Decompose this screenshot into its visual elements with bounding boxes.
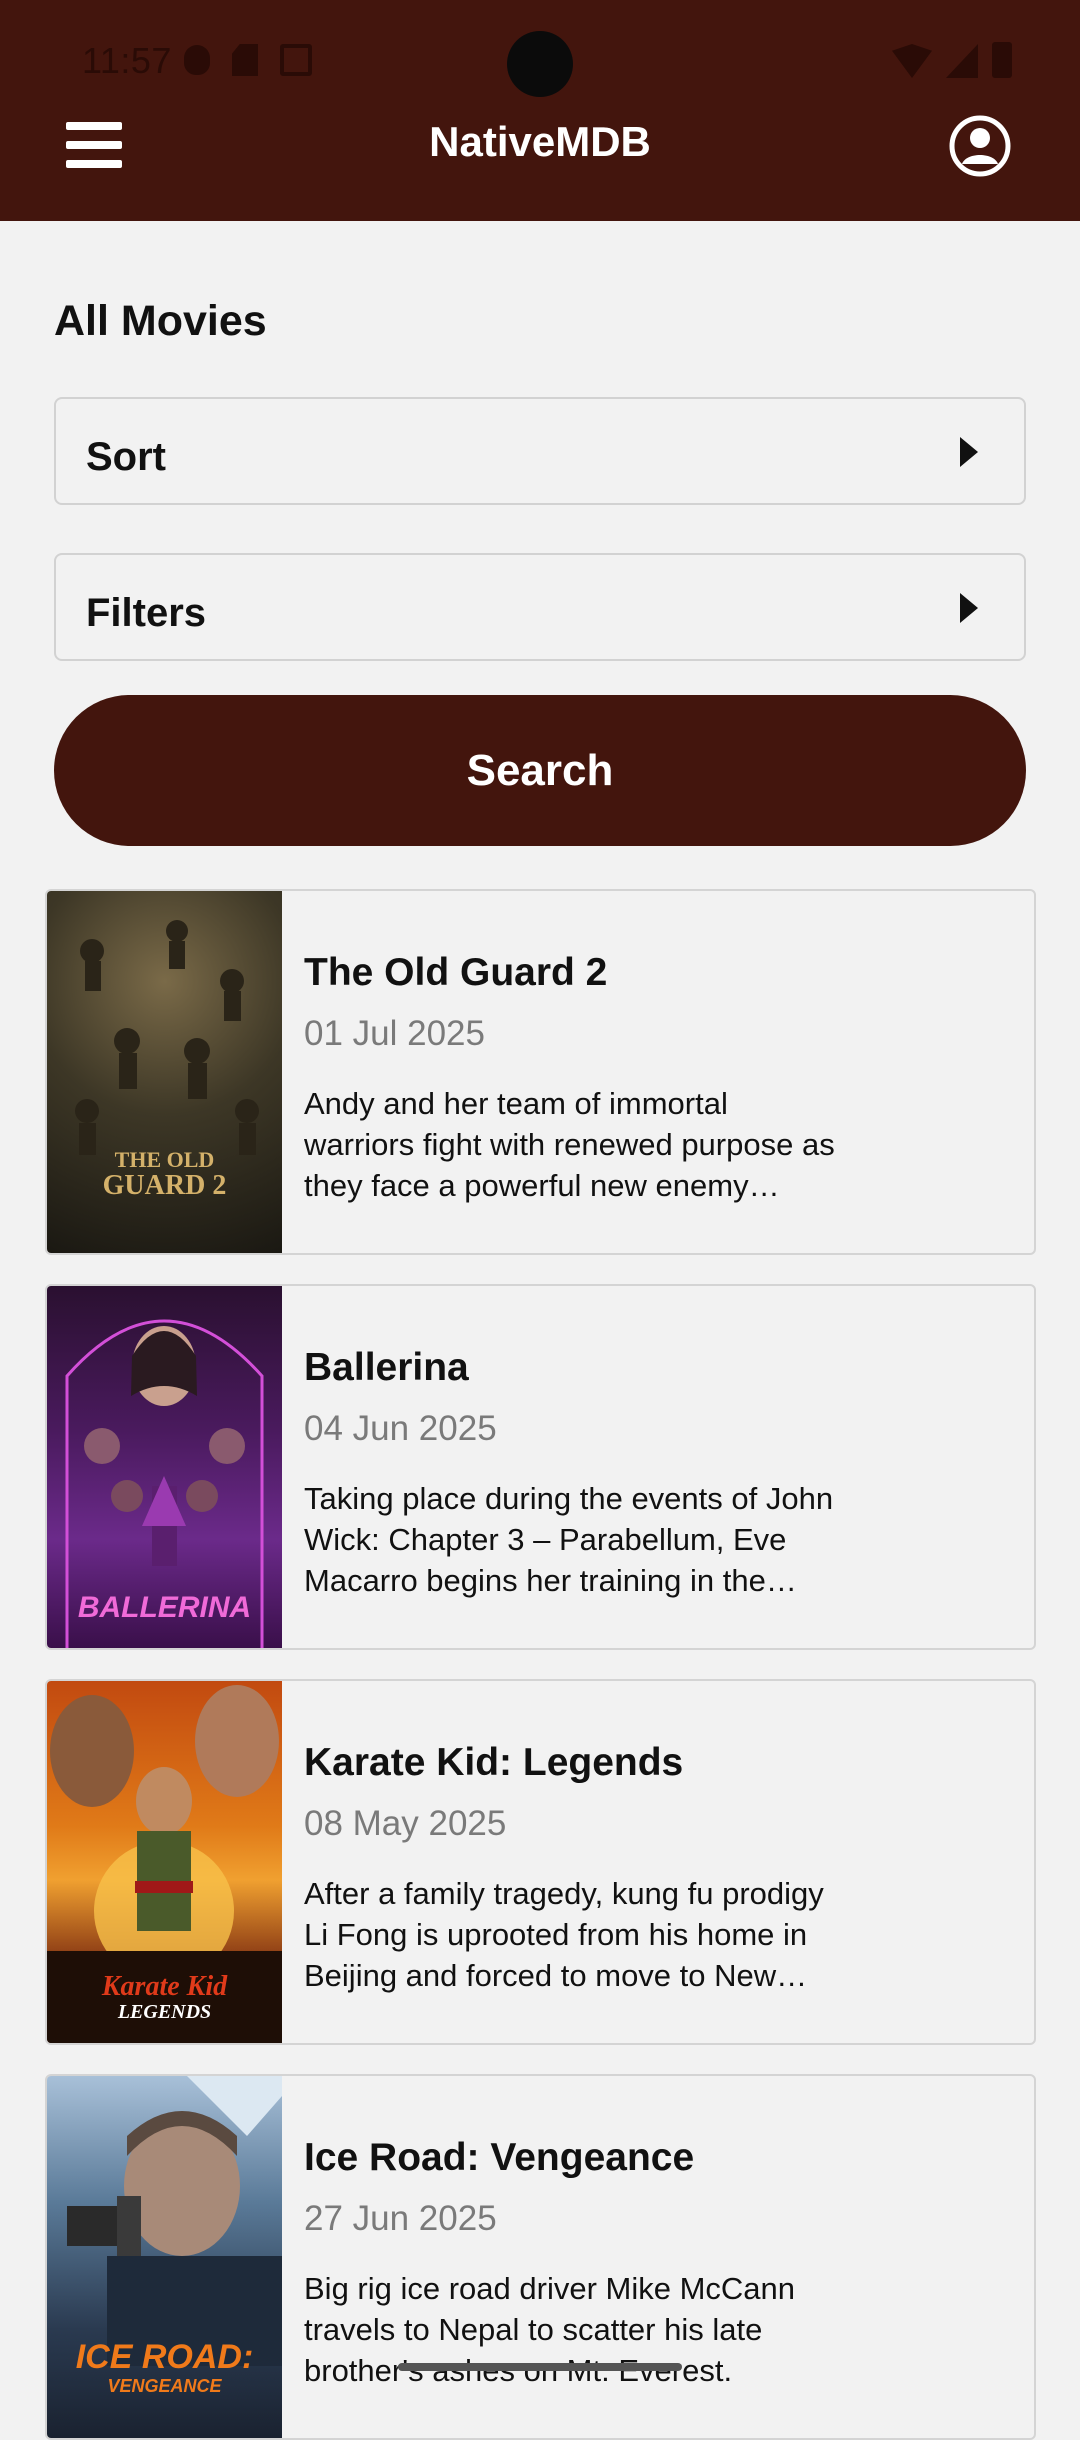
movie-release-date: 04 Jun 2025 — [304, 1409, 497, 1448]
movie-poster: Karate Kid LEGENDS — [47, 1681, 282, 2043]
home-indicator[interactable] — [398, 2363, 682, 2371]
sort-dropdown[interactable]: Sort — [54, 397, 1026, 505]
movie-title: Karate Kid: Legends — [304, 1741, 684, 1784]
movie-overview: Andy and her team of immortal warriors f… — [304, 1086, 835, 1203]
status-time: 11:57 — [82, 40, 172, 81]
movie-title: Ice Road: Vengeance — [304, 2136, 695, 2179]
movie-overview: After a family tragedy, kung fu prodigy … — [304, 1876, 824, 1993]
movie-poster: THE OLD GUARD 2 — [47, 891, 282, 1253]
app-title: NativeMDB — [429, 118, 651, 165]
status-bar: 11:57 — [0, 0, 1080, 130]
movie-overview: Big rig ice road driver Mike McCann trav… — [304, 2271, 796, 2388]
camera-cutout — [507, 31, 573, 97]
sd-card-icon — [232, 44, 258, 76]
wifi-icon — [892, 44, 932, 78]
sort-label: Sort — [86, 435, 166, 479]
battery-icon — [992, 42, 1012, 78]
movie-card[interactable]: Karate Kid LEGENDS Karate Kid: Legends 0… — [45, 1679, 1036, 2045]
movie-poster: BALLERINA — [47, 1286, 282, 1648]
filters-dropdown[interactable]: Filters — [54, 553, 1026, 661]
poster-title-text: GUARD 2 — [102, 1170, 227, 1201]
movie-card[interactable]: BALLERINA Ballerina 04 Jun 2025 Taking p… — [45, 1284, 1036, 1650]
poster-title-text: THE OLD — [114, 1147, 215, 1172]
poster-title-text: LEGENDS — [117, 2001, 212, 2023]
filters-label: Filters — [86, 591, 207, 635]
movie-card[interactable]: THE OLD GUARD 2 The Old Guard 2 01 Jul 2… — [45, 889, 1036, 1255]
page-title: All Movies — [54, 297, 267, 345]
account-circle-icon[interactable] — [948, 114, 1012, 178]
status-icons-left — [184, 44, 312, 76]
expand-arrow-icon — [960, 437, 978, 467]
movie-title: Ballerina — [304, 1346, 469, 1389]
movie-overview: Taking place during the events of John W… — [304, 1481, 834, 1598]
status-icons-right — [892, 42, 1012, 78]
search-button[interactable]: Search — [54, 695, 1026, 846]
expand-arrow-icon — [960, 593, 978, 623]
movie-release-date: 01 Jul 2025 — [304, 1014, 485, 1053]
top-app-bar: 11:57 NativeMDB — [0, 0, 1080, 221]
cell-signal-icon — [946, 44, 978, 78]
movie-card[interactable]: ICE ROAD: VENGEANCE Ice Road: Vengeance … — [45, 2074, 1036, 2440]
movie-release-date: 08 May 2025 — [304, 1804, 507, 1843]
movie-release-date: 27 Jun 2025 — [304, 2199, 497, 2238]
movie-poster: ICE ROAD: VENGEANCE — [47, 2076, 282, 2438]
screenshot-icon — [280, 44, 312, 76]
poster-title-text: Karate Kid — [101, 1971, 228, 2002]
movie-title: The Old Guard 2 — [304, 951, 608, 994]
poster-title-text: ICE ROAD: — [75, 2338, 254, 2376]
poster-title-text: VENGEANCE — [107, 2376, 222, 2396]
debug-icon — [184, 45, 210, 75]
poster-title-text: BALLERINA — [77, 1591, 252, 1624]
